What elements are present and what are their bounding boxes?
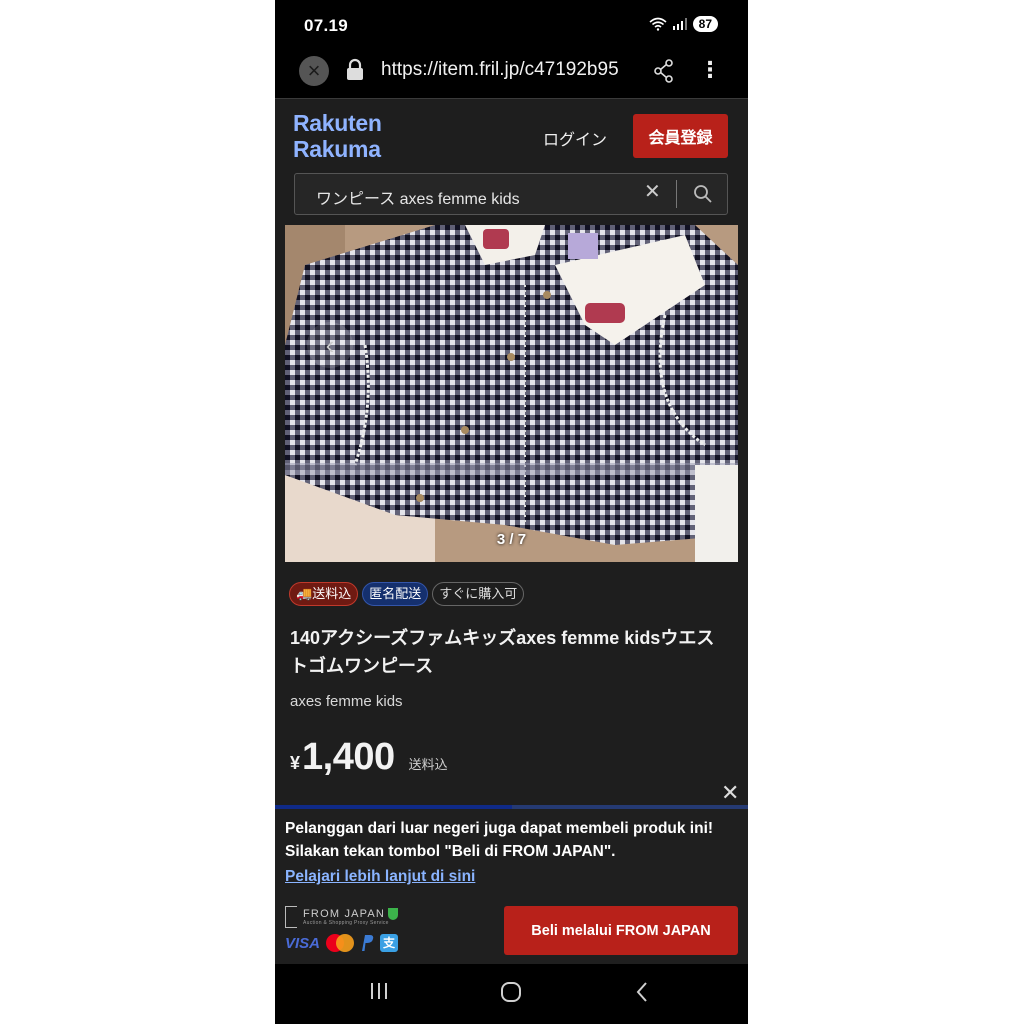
previous-image-button[interactable]: ‹ xyxy=(307,322,353,368)
dress-photo xyxy=(285,225,738,562)
paypal-icon xyxy=(362,935,374,951)
from-japan-logo: FROM JAPAN Auction & Shopping Proxy Serv… xyxy=(285,906,399,928)
badge-anonymous-shipping: 匿名配送 xyxy=(362,582,429,606)
close-tab-button[interactable]: × xyxy=(299,56,329,86)
mastercard-icon xyxy=(326,934,355,952)
banner-message: Pelanggan dari luar negeri juga dapat me… xyxy=(285,820,714,860)
search-box[interactable]: ワンピース axes femme kids ✕ xyxy=(294,173,728,215)
alipay-icon: 支 xyxy=(380,934,399,952)
visa-icon: VISA xyxy=(285,934,321,952)
fj-tagline: Auction & Shopping Proxy Service xyxy=(303,920,389,927)
product-title: 140アクシーズファムキッズaxes femme kidsウエストゴムワンピース xyxy=(290,628,715,676)
payment-methods: VISA 支 xyxy=(285,934,399,952)
status-bar: 07.19 87 xyxy=(275,0,748,50)
rakuten-rakuma-logo[interactable]: Rakuten Rakuma xyxy=(293,110,382,162)
fj-name-text: FROM JAPAN xyxy=(303,907,386,920)
product-image[interactable]: ‹ 3 / 7 xyxy=(285,225,738,562)
shield-icon xyxy=(388,908,399,921)
search-icon[interactable] xyxy=(693,184,713,204)
system-nav-bar xyxy=(275,964,748,1024)
learn-more-link[interactable]: Pelajari lebih lanjut di sini xyxy=(285,868,475,886)
logo-line1: Rakuten xyxy=(293,110,382,136)
home-icon[interactable] xyxy=(500,981,522,1003)
status-icons: 87 xyxy=(649,16,718,32)
price-value: 1,400 xyxy=(302,736,395,778)
search-input[interactable]: ワンピース axes femme kids xyxy=(316,185,520,209)
search-divider xyxy=(676,180,677,208)
signal-icon xyxy=(672,18,687,30)
logo-line2: Rakuma xyxy=(293,136,381,162)
price-shipping-note: 送料込 xyxy=(408,757,448,772)
battery-badge: 87 xyxy=(692,16,718,32)
recent-apps-icon[interactable] xyxy=(369,981,389,1001)
status-time: 07.19 xyxy=(304,16,349,35)
badge-shipping-included: 🚚送料込 xyxy=(289,582,359,606)
product-brand[interactable]: axes femme kids xyxy=(290,693,403,710)
login-link[interactable]: ログイン xyxy=(543,126,607,150)
banner-close-icon[interactable]: ✕ xyxy=(721,782,739,804)
badge-instant-buy: すぐに購入可 xyxy=(432,582,525,606)
price-row: ¥ 1,400 送料込 xyxy=(290,736,448,779)
fj-name: FROM JAPAN xyxy=(303,907,399,921)
badge-label: 送料込 xyxy=(312,586,352,601)
truck-icon: 🚚 xyxy=(296,586,313,601)
url-text[interactable]: https://item.fril.jp/c47192b95 xyxy=(381,59,633,81)
fj-mark-icon xyxy=(285,906,297,928)
close-icon: × xyxy=(307,58,321,83)
more-menu-icon[interactable]: ⋮ xyxy=(699,59,721,81)
badge-row: 🚚送料込 匿名配送 すぐに購入可 xyxy=(289,582,525,606)
share-icon[interactable] xyxy=(653,59,675,83)
wifi-icon xyxy=(649,17,667,31)
phone-screen: 07.19 87 × https://item.fril.jp/c47192b9… xyxy=(275,0,748,1024)
clear-search-icon[interactable]: ✕ xyxy=(644,182,661,202)
lock-icon xyxy=(347,58,363,80)
back-icon[interactable] xyxy=(635,981,649,1003)
buy-from-japan-button[interactable]: Beli melalui FROM JAPAN xyxy=(504,906,738,955)
price-currency: ¥ xyxy=(290,753,301,773)
register-button[interactable]: 会員登録 xyxy=(633,114,728,158)
image-counter: 3 / 7 xyxy=(496,531,527,548)
